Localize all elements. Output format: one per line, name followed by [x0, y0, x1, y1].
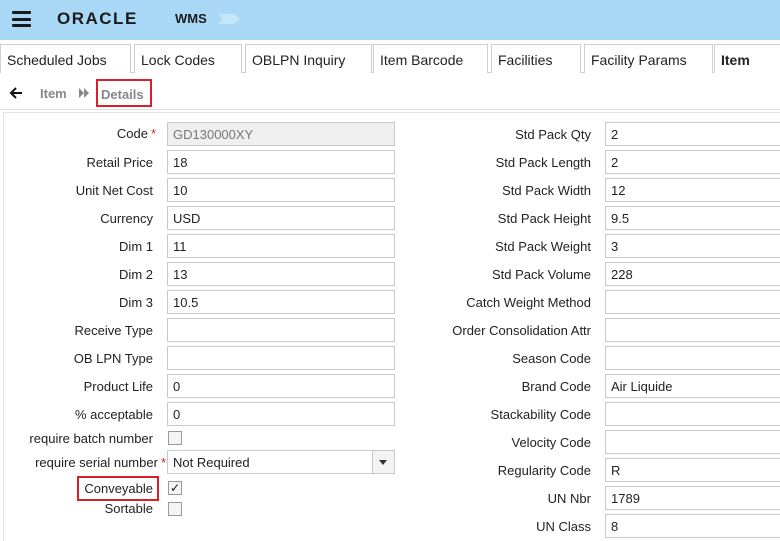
unit-net-cost-field[interactable]: 10 [167, 178, 395, 202]
un-class-field[interactable]: 8 [605, 514, 780, 538]
un-nbr-label: UN Nbr [547, 491, 591, 506]
tab-bar: Scheduled Jobs Lock Codes OBLPN Inquiry … [0, 44, 780, 73]
stackability-code-field[interactable] [605, 402, 780, 426]
code-label: Code * [116, 126, 156, 141]
product-life-label: Product Life [83, 379, 153, 394]
std-pack-length-label: Std Pack Length [495, 155, 591, 170]
brand-code-label: Brand Code [521, 379, 591, 394]
brand-code-field[interactable]: Air Liquide [605, 374, 780, 398]
regularity-code-label: Regularity Code [497, 463, 591, 478]
require-serial-select[interactable]: Not Required [167, 450, 395, 474]
retail-price-field[interactable]: 18 [167, 150, 395, 174]
std-pack-weight-label: Std Pack Weight [495, 239, 591, 254]
require-serial-value: Not Required [173, 455, 250, 470]
std-pack-width-field[interactable]: 12 [605, 178, 780, 202]
breadcrumb: Item Details [0, 78, 780, 110]
require-batch-label: require batch number [29, 431, 153, 446]
tab-item-barcode[interactable]: Item Barcode [373, 44, 488, 73]
std-pack-weight-field[interactable]: 3 [605, 234, 780, 258]
tab-scheduled-jobs[interactable]: Scheduled Jobs [0, 44, 131, 73]
std-pack-volume-label: Std Pack Volume [492, 267, 591, 282]
unit-net-cost-label: Unit Net Cost [75, 183, 153, 198]
std-pack-volume-field[interactable]: 228 [605, 262, 780, 286]
order-consolidation-attr-label: Order Consolidation Attr [452, 323, 591, 338]
season-code-field[interactable] [605, 346, 780, 370]
tab-facilities[interactable]: Facilities [491, 44, 581, 73]
require-serial-label: require serial number * [35, 455, 166, 470]
dim3-label: Dim 3 [119, 295, 153, 310]
std-pack-length-field[interactable]: 2 [605, 150, 780, 174]
dim3-field[interactable]: 10.5 [167, 290, 395, 314]
dropdown-button[interactable] [372, 451, 394, 473]
tab-facility-params[interactable]: Facility Params [584, 44, 713, 73]
tab-lock-codes[interactable]: Lock Codes [134, 44, 242, 73]
top-bar: ORACLE WMS [0, 0, 780, 40]
order-consolidation-attr-field[interactable] [605, 318, 780, 342]
pct-acceptable-field[interactable]: 0 [167, 402, 395, 426]
receive-type-label: Receive Type [74, 323, 153, 338]
std-pack-width-label: Std Pack Width [502, 183, 591, 198]
ob-lpn-type-field[interactable] [167, 346, 395, 370]
code-field: GD130000XY [167, 122, 395, 146]
chevron-down-icon [379, 460, 387, 465]
hamburger-menu-icon[interactable] [12, 11, 31, 27]
oracle-logo: ORACLE [57, 9, 138, 28]
std-pack-qty-label: Std Pack Qty [515, 127, 591, 142]
dim1-field[interactable]: 11 [167, 234, 395, 258]
app-name: WMS [175, 11, 207, 26]
regularity-code-field[interactable]: R [605, 458, 780, 482]
tab-oblpn-inquiry[interactable]: OBLPN Inquiry [245, 44, 372, 73]
conveyable-label: Conveyable [84, 481, 153, 496]
sortable-checkbox[interactable] [168, 502, 182, 516]
velocity-code-field[interactable] [605, 430, 780, 454]
breadcrumb-current-details: Details [96, 79, 152, 107]
dim2-label: Dim 2 [119, 267, 153, 282]
chevron-right-icon [218, 14, 240, 24]
retail-price-label: Retail Price [86, 155, 153, 170]
un-class-label: UN Class [536, 519, 591, 534]
tab-item[interactable]: Item [714, 44, 780, 73]
season-code-label: Season Code [512, 351, 591, 366]
currency-label: Currency [100, 211, 153, 226]
sortable-label: Sortable [104, 501, 153, 516]
catch-weight-method-label: Catch Weight Method [466, 295, 591, 310]
stackability-code-label: Stackability Code [490, 407, 591, 422]
std-pack-qty-field[interactable]: 2 [605, 122, 780, 146]
currency-field[interactable]: USD [167, 206, 395, 230]
breadcrumb-item[interactable]: Item [40, 86, 67, 101]
dim1-label: Dim 1 [119, 239, 153, 254]
velocity-code-label: Velocity Code [511, 435, 592, 450]
catch-weight-method-field[interactable] [605, 290, 780, 314]
back-arrow-icon[interactable] [9, 86, 23, 100]
pct-acceptable-label: % acceptable [74, 407, 153, 422]
double-chevron-right-icon [79, 88, 89, 98]
product-life-field[interactable]: 0 [167, 374, 395, 398]
std-pack-height-field[interactable]: 9.5 [605, 206, 780, 230]
dim2-field[interactable]: 13 [167, 262, 395, 286]
require-batch-checkbox[interactable] [168, 431, 182, 445]
conveyable-checkbox[interactable]: ✓ [168, 481, 182, 495]
std-pack-height-label: Std Pack Height [497, 211, 591, 226]
receive-type-field[interactable] [167, 318, 395, 342]
ob-lpn-type-label: OB LPN Type [73, 351, 153, 366]
un-nbr-field[interactable]: 1789 [605, 486, 780, 510]
